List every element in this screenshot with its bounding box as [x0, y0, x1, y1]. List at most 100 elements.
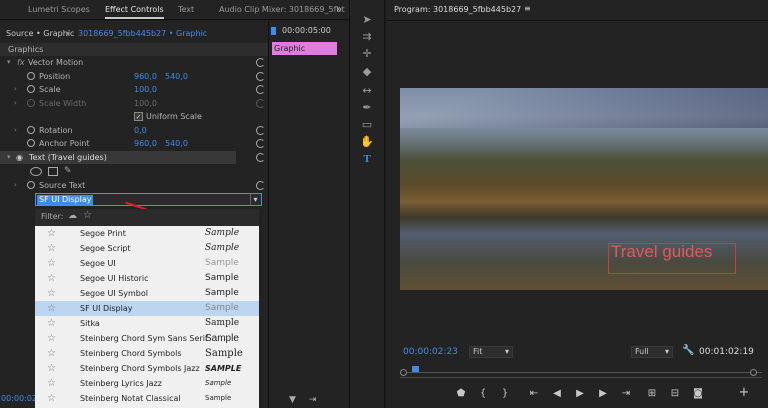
expand-icon[interactable]: › [14, 124, 17, 137]
star-icon[interactable]: ☆ [47, 256, 56, 271]
font-item[interactable]: ☆ Segoe UI Symbol Sample [35, 286, 259, 301]
chevron-down-icon[interactable]: ▾ [250, 194, 260, 205]
step-forward-icon[interactable]: ▶ [596, 387, 610, 401]
reset-icon[interactable] [256, 126, 265, 135]
chevron-down-icon[interactable]: ▾ [66, 27, 70, 40]
export-icon[interactable]: ⇥ [309, 395, 317, 405]
font-item[interactable]: ☆ Segoe UI Sample [35, 256, 259, 271]
track-select-tool-icon[interactable]: ⇉ [358, 29, 376, 45]
fx-icon[interactable]: fx [17, 56, 25, 69]
expand-icon[interactable]: › [14, 83, 17, 96]
in-point-icon[interactable]: { [476, 387, 490, 401]
stopwatch-icon[interactable] [27, 85, 35, 93]
selection-tool-icon[interactable]: ➤ [358, 12, 376, 28]
font-item[interactable]: ☆ Sitka Sample [35, 316, 259, 331]
clip-label[interactable]: 3018669_5fbb445b27 • Graphic [78, 27, 207, 40]
tab-text[interactable]: Text [178, 0, 194, 20]
ellipse-mask-icon[interactable] [30, 167, 42, 176]
font-item-selected[interactable]: ☆ SF UI Display Sample [35, 301, 259, 316]
font-item[interactable]: ☆ Segoe Print Sample [35, 226, 259, 241]
menu-icon[interactable]: ≡ [524, 4, 531, 13]
star-icon[interactable]: ☆ [47, 316, 56, 331]
eye-icon[interactable]: ◉ [16, 151, 23, 164]
font-item[interactable]: ☆ Steinberg Lyrics Jazz Sample [35, 376, 259, 391]
font-dropdown-list[interactable]: ☆ Segoe Print Sample ☆ Segoe Script Sample ☆… [35, 226, 259, 408]
collapse-icon[interactable]: ▾ [7, 56, 11, 69]
go-to-in-icon[interactable]: ⇤ [527, 387, 541, 401]
playhead-icon[interactable] [271, 27, 276, 35]
font-item[interactable]: ☆ Steinberg Chord Symbols Jazz SAMPLE [35, 361, 259, 376]
position-y-value[interactable]: 540,0 [165, 70, 188, 83]
reset-icon[interactable] [256, 85, 265, 94]
pen-tool-icon[interactable]: ✒ [358, 100, 376, 116]
zoom-handle[interactable] [750, 369, 757, 376]
star-icon[interactable]: ☆ [47, 286, 56, 301]
stopwatch-icon[interactable] [27, 181, 35, 189]
slip-tool-icon[interactable]: ↔ [358, 83, 376, 99]
font-item[interactable]: ☆ Steinberg Chord Sym Sans Serif Sample [35, 331, 259, 346]
ripple-edit-tool-icon[interactable]: ✛ [358, 46, 376, 62]
panel-expand-icon[interactable]: » [336, 5, 344, 15]
star-icon[interactable]: ☆ [47, 346, 56, 361]
reset-icon[interactable] [256, 139, 265, 148]
export-frame-icon[interactable]: ◙ [691, 387, 705, 401]
add-button-icon[interactable]: + [737, 386, 751, 400]
tab-lumetri-scopes[interactable]: Lumetri Scopes [28, 0, 90, 20]
filter-icon[interactable]: ▼ [289, 395, 296, 405]
marker-icon[interactable]: ⬟ [454, 387, 468, 401]
wrench-icon[interactable]: 🔧 [682, 345, 694, 356]
time-ruler[interactable] [400, 364, 762, 378]
pen-mask-icon[interactable]: ✎ [64, 165, 72, 178]
type-tool-icon[interactable]: T [358, 151, 376, 167]
font-item[interactable]: ☆ Steinberg Notat Classical Sample [35, 391, 259, 406]
star-filter-icon[interactable]: ☆ [83, 210, 92, 221]
reset-icon[interactable] [256, 153, 265, 162]
star-icon[interactable]: ☆ [47, 376, 56, 391]
uniform-scale-checkbox[interactable]: ✓ [134, 112, 143, 121]
overwrite-icon[interactable]: ⊟ [668, 387, 682, 401]
rotation-value[interactable]: 0,0 [134, 124, 147, 137]
scale-value[interactable]: 100,0 [134, 83, 157, 96]
razor-tool-icon[interactable]: ◆ [358, 64, 376, 80]
expand-icon[interactable]: › [14, 179, 17, 192]
playhead-timecode[interactable]: 00:00:02:23 [403, 347, 458, 357]
quality-dropdown[interactable]: Full ▾ [631, 346, 673, 358]
star-icon[interactable]: ☆ [47, 226, 56, 241]
rectangle-tool-icon[interactable]: ▭ [358, 117, 376, 133]
font-item[interactable]: ☆ Steinberg Chord Symbols Sample [35, 346, 259, 361]
star-icon[interactable]: ☆ [47, 301, 56, 316]
play-icon[interactable]: ▶ [573, 387, 587, 401]
anchor-y-value[interactable]: 540,0 [165, 137, 188, 150]
reset-icon[interactable] [256, 99, 265, 108]
zoom-handle[interactable] [400, 369, 407, 376]
star-icon[interactable]: ☆ [47, 241, 56, 256]
fit-dropdown[interactable]: Fit ▾ [469, 346, 513, 358]
step-back-icon[interactable]: ◀ [550, 387, 564, 401]
go-to-out-icon[interactable]: ⇥ [619, 387, 633, 401]
stopwatch-icon[interactable] [27, 72, 35, 80]
hand-tool-icon[interactable]: ✋ [358, 134, 376, 150]
rectangle-mask-icon[interactable] [48, 167, 58, 176]
reset-icon[interactable] [256, 181, 265, 190]
tab-effect-controls[interactable]: Effect Controls [105, 0, 164, 20]
stopwatch-icon[interactable] [27, 126, 35, 134]
text-layer-label[interactable]: Text (Travel guides) [29, 151, 107, 164]
star-icon[interactable]: ☆ [47, 331, 56, 346]
font-item[interactable]: ☆ Segoe Script Sample [35, 241, 259, 256]
font-dropdown-value[interactable]: SF UI Display [37, 195, 94, 205]
font-dropdown[interactable]: SF UI Display ▾ [35, 193, 262, 206]
graphic-clip[interactable]: Graphic [272, 42, 337, 55]
tab-audio-clip-mixer[interactable]: Audio Clip Mixer: 3018669_5fbt [219, 0, 345, 20]
out-point-icon[interactable]: } [498, 387, 512, 401]
stopwatch-icon[interactable] [27, 99, 35, 107]
creative-cloud-icon[interactable]: ☁ [68, 211, 77, 221]
stopwatch-icon[interactable] [27, 139, 35, 147]
reset-icon[interactable] [256, 72, 265, 81]
collapse-icon[interactable]: ▾ [7, 151, 11, 164]
star-icon[interactable]: ☆ [47, 391, 56, 406]
insert-icon[interactable]: ⊞ [645, 387, 659, 401]
star-icon[interactable]: ☆ [47, 361, 56, 376]
anchor-x-value[interactable]: 960,0 [134, 137, 157, 150]
expand-icon[interactable]: › [14, 97, 17, 110]
travel-guides-text[interactable]: Travel guides [611, 242, 712, 262]
